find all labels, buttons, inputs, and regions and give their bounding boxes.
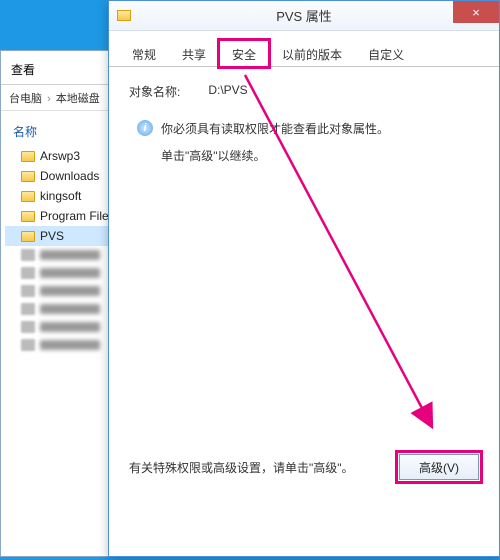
tab-share[interactable]: 共享 — [169, 40, 219, 67]
list-item-label: Arswp3 — [40, 149, 80, 163]
advanced-row: 有关特殊权限或高级设置，请单击"高级"。 高级(V) — [129, 454, 479, 480]
list-item-redacted — [5, 246, 125, 264]
titlebar[interactable]: PVS 属性 × — [109, 1, 499, 31]
info-message: i 你必须具有读取权限才能查看此对象属性。 — [137, 120, 479, 137]
folder-icon — [21, 171, 35, 182]
breadcrumb-part: 本地磁盘 — [56, 93, 100, 105]
folder-icon — [21, 191, 35, 202]
list-item[interactable]: kingsoft — [5, 186, 125, 206]
object-name-row: 对象名称: D:\PVS — [129, 83, 479, 100]
list-item-label: Program Files — [40, 209, 115, 223]
list-item-label: Downloads — [40, 169, 99, 183]
list-item-redacted — [5, 336, 125, 354]
close-button[interactable]: × — [453, 1, 499, 23]
folder-icon — [21, 211, 35, 222]
ribbon-tab-view[interactable]: 查看 — [1, 55, 45, 84]
list-item-label: kingsoft — [40, 189, 81, 203]
properties-dialog: PVS 属性 × 常规 共享 安全 以前的版本 自定义 对象名称: D:\PVS… — [108, 0, 500, 557]
watermark-text: 系统之家 — [436, 531, 492, 551]
list-item-redacted — [5, 300, 125, 318]
watermark-logo-icon — [410, 532, 432, 550]
info-text: 你必须具有读取权限才能查看此对象属性。 — [161, 120, 389, 137]
info-icon: i — [137, 120, 153, 136]
dialog-title: PVS 属性 — [109, 6, 499, 25]
object-name-label: 对象名称: — [129, 83, 180, 100]
folder-icon — [21, 151, 35, 162]
tab-custom[interactable]: 自定义 — [355, 40, 417, 67]
object-name-value: D:\PVS — [208, 83, 247, 100]
breadcrumb-part: 台电脑 — [9, 93, 42, 105]
list-item[interactable]: Arswp3 — [5, 146, 125, 166]
tabstrip: 常规 共享 安全 以前的版本 自定义 — [109, 31, 499, 67]
advanced-hint: 有关特殊权限或高级设置，请单击"高级"。 — [129, 459, 354, 476]
list-item[interactable]: Downloads — [5, 166, 125, 186]
tab-security[interactable]: 安全 — [219, 40, 269, 67]
tab-previous-versions[interactable]: 以前的版本 — [269, 40, 355, 67]
folder-icon — [21, 231, 35, 242]
tab-general[interactable]: 常规 — [119, 40, 169, 67]
watermark: 系统之家 — [410, 531, 492, 551]
info-sub-text: 单击"高级"以继续。 — [161, 147, 479, 164]
list-item-selected[interactable]: PVS — [5, 226, 125, 246]
list-item-label: PVS — [40, 229, 64, 243]
dialog-body: 对象名称: D:\PVS i 你必须具有读取权限才能查看此对象属性。 单击"高级… — [109, 67, 499, 560]
list-item-redacted — [5, 318, 125, 336]
chevron-right-icon: › — [47, 93, 51, 105]
list-item-redacted — [5, 264, 125, 282]
list-item-redacted — [5, 282, 125, 300]
column-header-name[interactable]: 名称 — [5, 119, 125, 146]
list-item[interactable]: Program Files — [5, 206, 125, 226]
advanced-button[interactable]: 高级(V) — [399, 454, 479, 480]
